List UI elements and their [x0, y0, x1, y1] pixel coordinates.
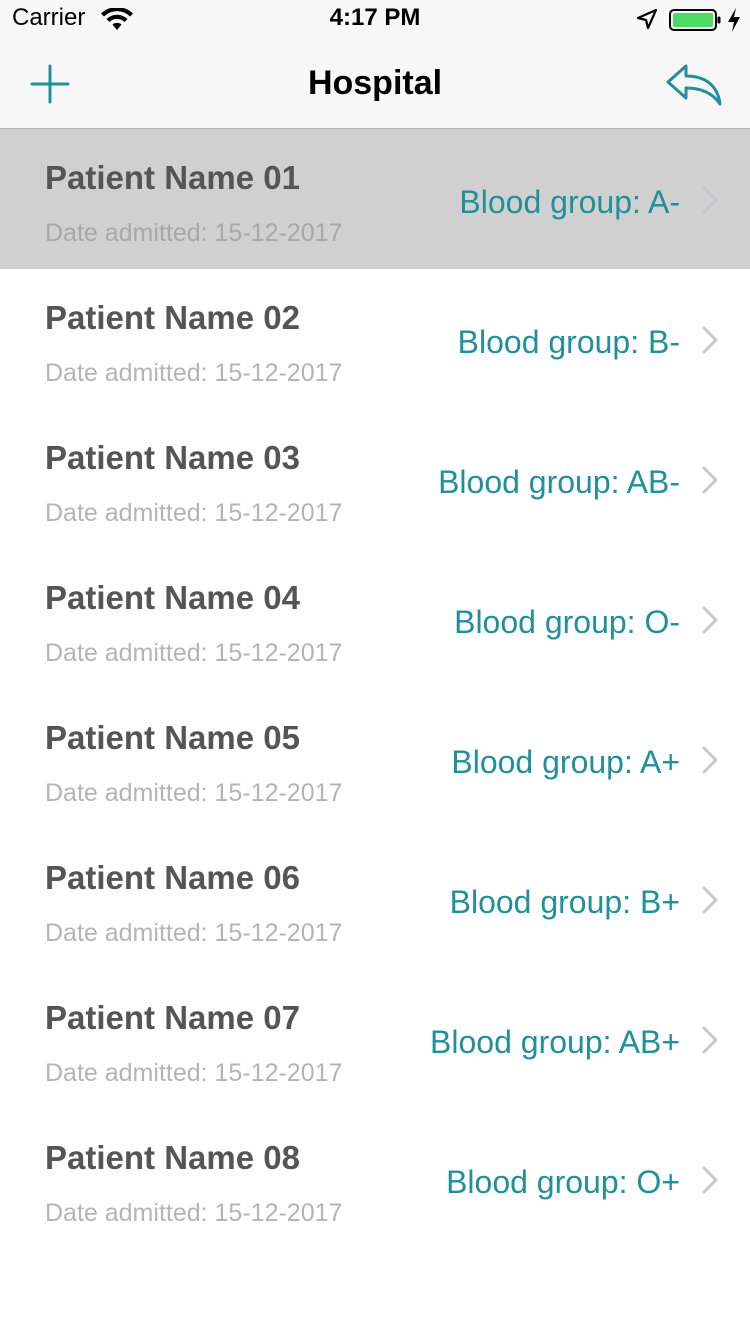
patient-name: Patient Name 05 [45, 719, 300, 756]
blood-group: Blood group: B- [457, 324, 680, 360]
reply-icon[interactable] [664, 62, 724, 106]
chevron-right-icon [702, 326, 718, 354]
patient-row[interactable]: Patient Name 08 Date admitted: 15-12-2017… [0, 1109, 750, 1249]
location-arrow-icon [636, 8, 658, 30]
blood-group: Blood group: AB- [438, 464, 680, 500]
patient-name: Patient Name 08 [45, 1139, 300, 1176]
patient-list: Patient Name 01 Date admitted: 15-12-2017… [0, 129, 750, 1249]
status-bar: Carrier 4:17 PM [0, 0, 750, 40]
date-admitted: Date admitted: 15-12-2017 [45, 639, 343, 667]
patient-name: Patient Name 01 [45, 159, 300, 196]
patient-row[interactable]: Patient Name 02 Date admitted: 15-12-2017… [0, 269, 750, 409]
blood-group: Blood group: B+ [449, 884, 680, 920]
patient-row[interactable]: Patient Name 07 Date admitted: 15-12-2017… [0, 969, 750, 1109]
page-title: Hospital [307, 64, 443, 102]
chevron-right-icon [702, 746, 718, 774]
chevron-right-icon [702, 1026, 718, 1054]
navigation-bar: Hospital [0, 40, 750, 129]
blood-group: Blood group: A- [459, 184, 680, 220]
chevron-right-icon [702, 606, 718, 634]
chevron-right-icon [702, 1166, 718, 1194]
chevron-right-icon [702, 466, 718, 494]
patient-name: Patient Name 06 [45, 859, 300, 896]
patient-row[interactable]: Patient Name 04 Date admitted: 15-12-2017… [0, 549, 750, 689]
blood-group: Blood group: O- [454, 604, 680, 640]
patient-name: Patient Name 04 [45, 579, 300, 616]
blood-group: Blood group: A+ [451, 744, 680, 780]
date-admitted: Date admitted: 15-12-2017 [45, 359, 343, 387]
patient-row[interactable]: Patient Name 05 Date admitted: 15-12-2017… [0, 689, 750, 829]
patient-name: Patient Name 03 [45, 439, 300, 476]
date-admitted: Date admitted: 15-12-2017 [45, 919, 343, 947]
blood-group: Blood group: AB+ [430, 1024, 680, 1060]
chevron-right-icon [702, 886, 718, 914]
blood-group: Blood group: O+ [446, 1164, 680, 1200]
patient-row[interactable]: Patient Name 06 Date admitted: 15-12-2017… [0, 829, 750, 969]
date-admitted: Date admitted: 15-12-2017 [45, 219, 343, 247]
date-admitted: Date admitted: 15-12-2017 [45, 1059, 343, 1087]
screen: Carrier 4:17 PM Hospital Patient Name 01… [0, 0, 750, 1334]
battery-icon [669, 9, 721, 31]
patient-name: Patient Name 07 [45, 999, 300, 1036]
chevron-right-icon [702, 186, 718, 214]
charging-bolt-icon [728, 8, 740, 32]
add-patient-button[interactable] [28, 62, 72, 106]
patient-name: Patient Name 02 [45, 299, 300, 336]
patient-row[interactable]: Patient Name 01 Date admitted: 15-12-2017… [0, 129, 750, 269]
date-admitted: Date admitted: 15-12-2017 [45, 779, 343, 807]
date-admitted: Date admitted: 15-12-2017 [45, 499, 343, 527]
patient-row[interactable]: Patient Name 03 Date admitted: 15-12-2017… [0, 409, 750, 549]
date-admitted: Date admitted: 15-12-2017 [45, 1199, 343, 1227]
